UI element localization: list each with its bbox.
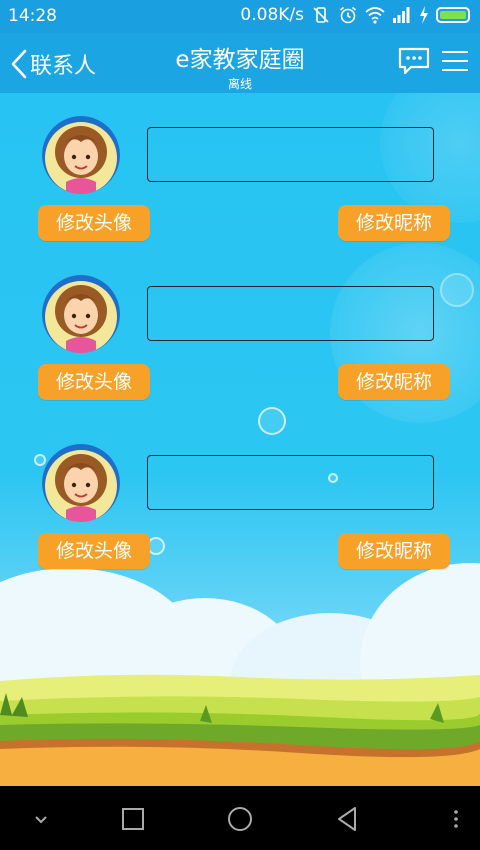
vibrate-off-icon bbox=[313, 7, 329, 23]
nickname-input[interactable] bbox=[147, 127, 434, 182]
change-nickname-button[interactable]: 修改昵称 bbox=[338, 205, 450, 241]
wifi-icon bbox=[365, 7, 385, 24]
change-avatar-button[interactable]: 修改头像 bbox=[38, 364, 150, 400]
chevron-down-icon[interactable] bbox=[26, 804, 56, 834]
title-bar: 联系人 e家教家庭圈 离线 bbox=[0, 33, 480, 93]
circle-icon[interactable] bbox=[225, 804, 255, 834]
status-time: 14:28 bbox=[8, 6, 57, 26]
square-icon[interactable] bbox=[118, 804, 148, 834]
chat-bubble-icon[interactable] bbox=[397, 46, 431, 76]
triangle-back-icon[interactable] bbox=[333, 804, 363, 834]
avatar[interactable] bbox=[42, 116, 120, 194]
alarm-icon bbox=[339, 6, 357, 24]
member-row: 修改头像 修改昵称 bbox=[0, 275, 480, 425]
network-speed: 0.08K/s bbox=[240, 5, 304, 25]
member-row: 修改头像 修改昵称 bbox=[0, 444, 480, 594]
change-nickname-button[interactable]: 修改昵称 bbox=[338, 533, 450, 569]
status-bar: 14:28 0.08K/s bbox=[0, 0, 480, 33]
system-nav-bar bbox=[0, 786, 480, 850]
change-nickname-button[interactable]: 修改昵称 bbox=[338, 364, 450, 400]
nickname-input[interactable] bbox=[147, 455, 434, 510]
family-circle-content: 修改头像 修改昵称 修改头像 修改昵称 修改头像 修改昵称 bbox=[0, 93, 480, 786]
change-avatar-button[interactable]: 修改头像 bbox=[38, 533, 150, 569]
hamburger-menu-icon[interactable] bbox=[440, 46, 470, 76]
battery-icon bbox=[436, 7, 470, 23]
avatar[interactable] bbox=[42, 444, 120, 522]
avatar[interactable] bbox=[42, 275, 120, 353]
status-icons: 0.08K/s bbox=[240, 5, 470, 25]
change-avatar-button[interactable]: 修改头像 bbox=[38, 205, 150, 241]
member-row: 修改头像 修改昵称 bbox=[0, 116, 480, 266]
connection-status: 离线 bbox=[227, 77, 252, 91]
more-vertical-icon[interactable] bbox=[441, 804, 471, 834]
grass-ground bbox=[0, 674, 480, 786]
charging-icon bbox=[420, 6, 428, 24]
nickname-input[interactable] bbox=[147, 286, 434, 341]
signal-icon bbox=[393, 7, 410, 23]
